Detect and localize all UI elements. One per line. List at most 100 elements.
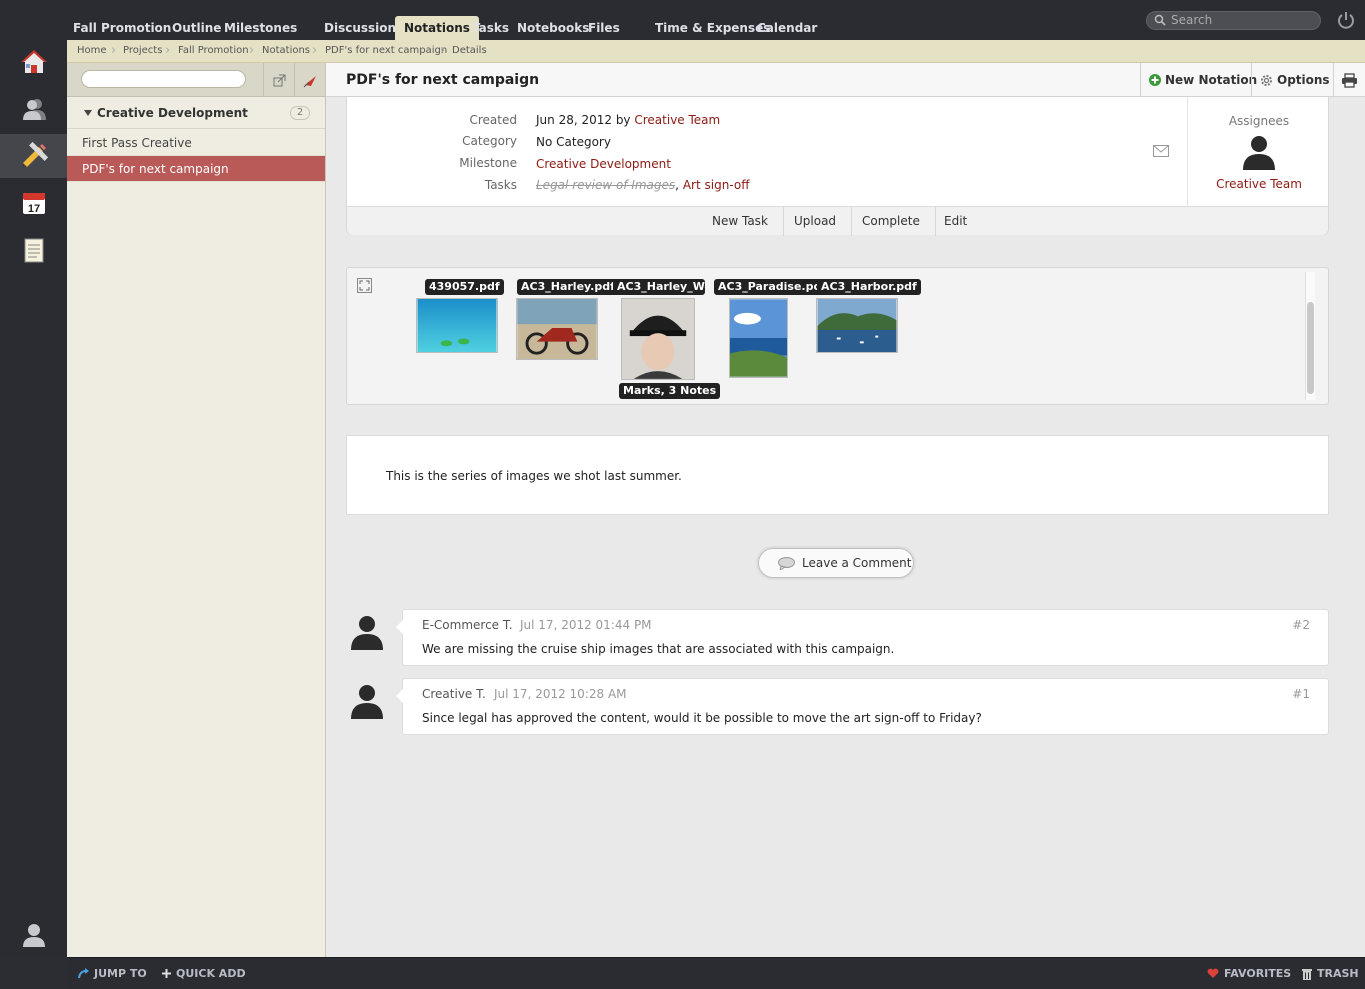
new-notation-button[interactable]: New Notation (1140, 63, 1265, 97)
milestone-label: Milestone (459, 156, 517, 170)
assignee-link[interactable]: Creative Team (1188, 177, 1330, 191)
attachments-strip: 439057.pdf AC3_Harley.pdf AC3_Harley_Wom… (346, 267, 1329, 405)
comment-text: Since legal has approved the content, wo… (422, 711, 982, 725)
attachment-thumbnail (516, 298, 598, 360)
home-icon[interactable] (0, 40, 67, 84)
search-placeholder: Search (1171, 13, 1213, 27)
created-label: Created (469, 113, 518, 127)
breadcrumb-home[interactable]: Home (77, 45, 107, 56)
breadcrumb-fall-promotion[interactable]: Fall Promotion (178, 45, 249, 56)
app-rail: 17 (0, 0, 67, 957)
edit-button[interactable]: Edit (929, 207, 982, 236)
created-date: Jun 28, 2012 by (536, 113, 631, 127)
task-link-legal-review[interactable]: Legal review of Images (536, 178, 675, 192)
attachments-scrollbar[interactable] (1305, 272, 1315, 400)
plus-icon (162, 969, 171, 978)
options-button[interactable]: Options (1251, 63, 1338, 97)
flag-icon[interactable] (294, 63, 325, 97)
footer-bar: JUMP TO QUICK ADD FAVORITES TRASH (67, 957, 1365, 989)
comment-number[interactable]: #2 (1292, 618, 1310, 632)
people-icon[interactable] (0, 87, 67, 131)
trash-button[interactable]: TRASH (1302, 967, 1359, 980)
trash-label: TRASH (1317, 967, 1359, 980)
comment-date: Jul 17, 2012 01:44 PM (520, 618, 652, 632)
leave-comment-label: Leave a Comment (802, 556, 912, 570)
mail-icon[interactable] (1153, 145, 1169, 157)
tab-notations[interactable]: Notations (395, 16, 479, 40)
leave-comment-button[interactable]: Leave a Comment (758, 548, 914, 578)
created-value: Jun 28, 2012 by Creative Team (536, 113, 720, 127)
comment-item: E-Commerce T. Jul 17, 2012 01:44 PM #2 W… (346, 609, 1329, 666)
collapse-triangle-icon[interactable] (84, 110, 92, 116)
sidebar-item-first-pass-creative[interactable]: First Pass Creative (67, 130, 325, 156)
comment-box: E-Commerce T. Jul 17, 2012 01:44 PM #2 W… (396, 609, 1329, 666)
new-task-button[interactable]: New Task (697, 207, 784, 236)
tab-files[interactable]: Files (588, 16, 620, 40)
attachment-name: 439057.pdf (425, 279, 504, 295)
comment-author[interactable]: Creative T. (422, 687, 486, 701)
assignees-panel: Assignees Creative Team (1187, 97, 1330, 206)
comment-box: Creative T. Jul 17, 2012 10:28 AM #1 Sin… (396, 678, 1329, 735)
tab-discussions[interactable]: Discussions (324, 16, 403, 40)
breadcrumb-notation[interactable]: PDF's for next campaign (325, 45, 447, 56)
sidebar-group-count: 2 (290, 106, 310, 120)
comment-author[interactable]: E-Commerce T. (422, 618, 513, 632)
options-label: Options (1277, 73, 1330, 87)
tab-tasks[interactable]: Tasks (472, 16, 509, 40)
notation-description: This is the series of images we shot las… (346, 435, 1329, 515)
main-content: PDF's for next campaign New Notation Opt… (326, 63, 1365, 957)
calendar-icon[interactable]: 17 (0, 181, 67, 225)
tab-fall-promotion[interactable]: Fall Promotion (73, 16, 171, 40)
sidebar-filter-input[interactable] (81, 70, 246, 88)
sidebar-toolbar (67, 63, 325, 97)
created-by-link[interactable]: Creative Team (634, 113, 720, 127)
assignee-avatar-icon (1243, 136, 1275, 170)
tab-time-expenses[interactable]: Time & Expenses (655, 16, 770, 40)
power-icon[interactable] (1336, 10, 1356, 30)
task-link-art-signoff[interactable]: Art sign-off (683, 178, 750, 192)
svg-text:17: 17 (27, 203, 39, 215)
sidebar-group-creative-development[interactable]: Creative Development 2 (67, 97, 325, 129)
print-button[interactable] (1333, 63, 1365, 97)
comment-number[interactable]: #1 (1292, 687, 1310, 701)
printer-icon (1342, 72, 1357, 88)
user-avatar-icon[interactable] (0, 913, 67, 957)
main-header: PDF's for next campaign New Notation Opt… (326, 63, 1365, 97)
quick-add-button[interactable]: QUICK ADD (162, 967, 246, 980)
page-title: PDF's for next campaign (346, 72, 540, 88)
trash-icon (1302, 968, 1312, 980)
jump-to-label: JUMP TO (94, 967, 147, 980)
attachment-marks-badge: Marks, 3 Notes (619, 383, 721, 399)
plus-circle-icon (1149, 74, 1161, 86)
description-text: This is the series of images we shot las… (386, 469, 682, 483)
milestone-link[interactable]: Creative Development (536, 157, 671, 171)
notebook-icon[interactable] (0, 228, 67, 272)
jump-to-button[interactable]: JUMP TO (78, 967, 147, 980)
details-actions-bar: New Task Upload Complete Edit (347, 206, 1328, 236)
attachment-thumbnail (621, 298, 695, 380)
favorites-button[interactable]: FAVORITES (1207, 967, 1291, 980)
favorites-label: FAVORITES (1224, 967, 1292, 980)
comment-text: We are missing the cruise ship images th… (422, 642, 895, 656)
search-input[interactable]: Search (1146, 11, 1321, 30)
commenter-avatar-icon (351, 685, 383, 719)
scrollbar-thumb[interactable] (1307, 302, 1314, 394)
breadcrumb-separator: › (111, 43, 117, 58)
attachment-thumbnail (816, 298, 898, 353)
sidebar-item-pdfs-next-campaign[interactable]: PDF's for next campaign (67, 156, 325, 182)
search-icon (1154, 14, 1166, 26)
breadcrumb-notations[interactable]: Notations (262, 45, 310, 56)
category-value: No Category (536, 135, 611, 149)
tab-outline[interactable]: Outline (172, 16, 221, 40)
jump-arrow-icon (78, 968, 89, 979)
upload-button[interactable]: Upload (779, 207, 853, 236)
tab-notebooks[interactable]: Notebooks (517, 16, 589, 40)
assignees-label: Assignees (1228, 114, 1290, 128)
pencil-ruler-icon[interactable] (0, 134, 67, 178)
tab-calendar[interactable]: Calendar (757, 16, 817, 40)
complete-button[interactable]: Complete (847, 207, 936, 236)
expand-all-icon[interactable] (263, 63, 294, 97)
fullscreen-icon[interactable] (357, 278, 372, 293)
tab-milestones[interactable]: Milestones (224, 16, 297, 40)
breadcrumb-projects[interactable]: Projects (123, 45, 162, 56)
